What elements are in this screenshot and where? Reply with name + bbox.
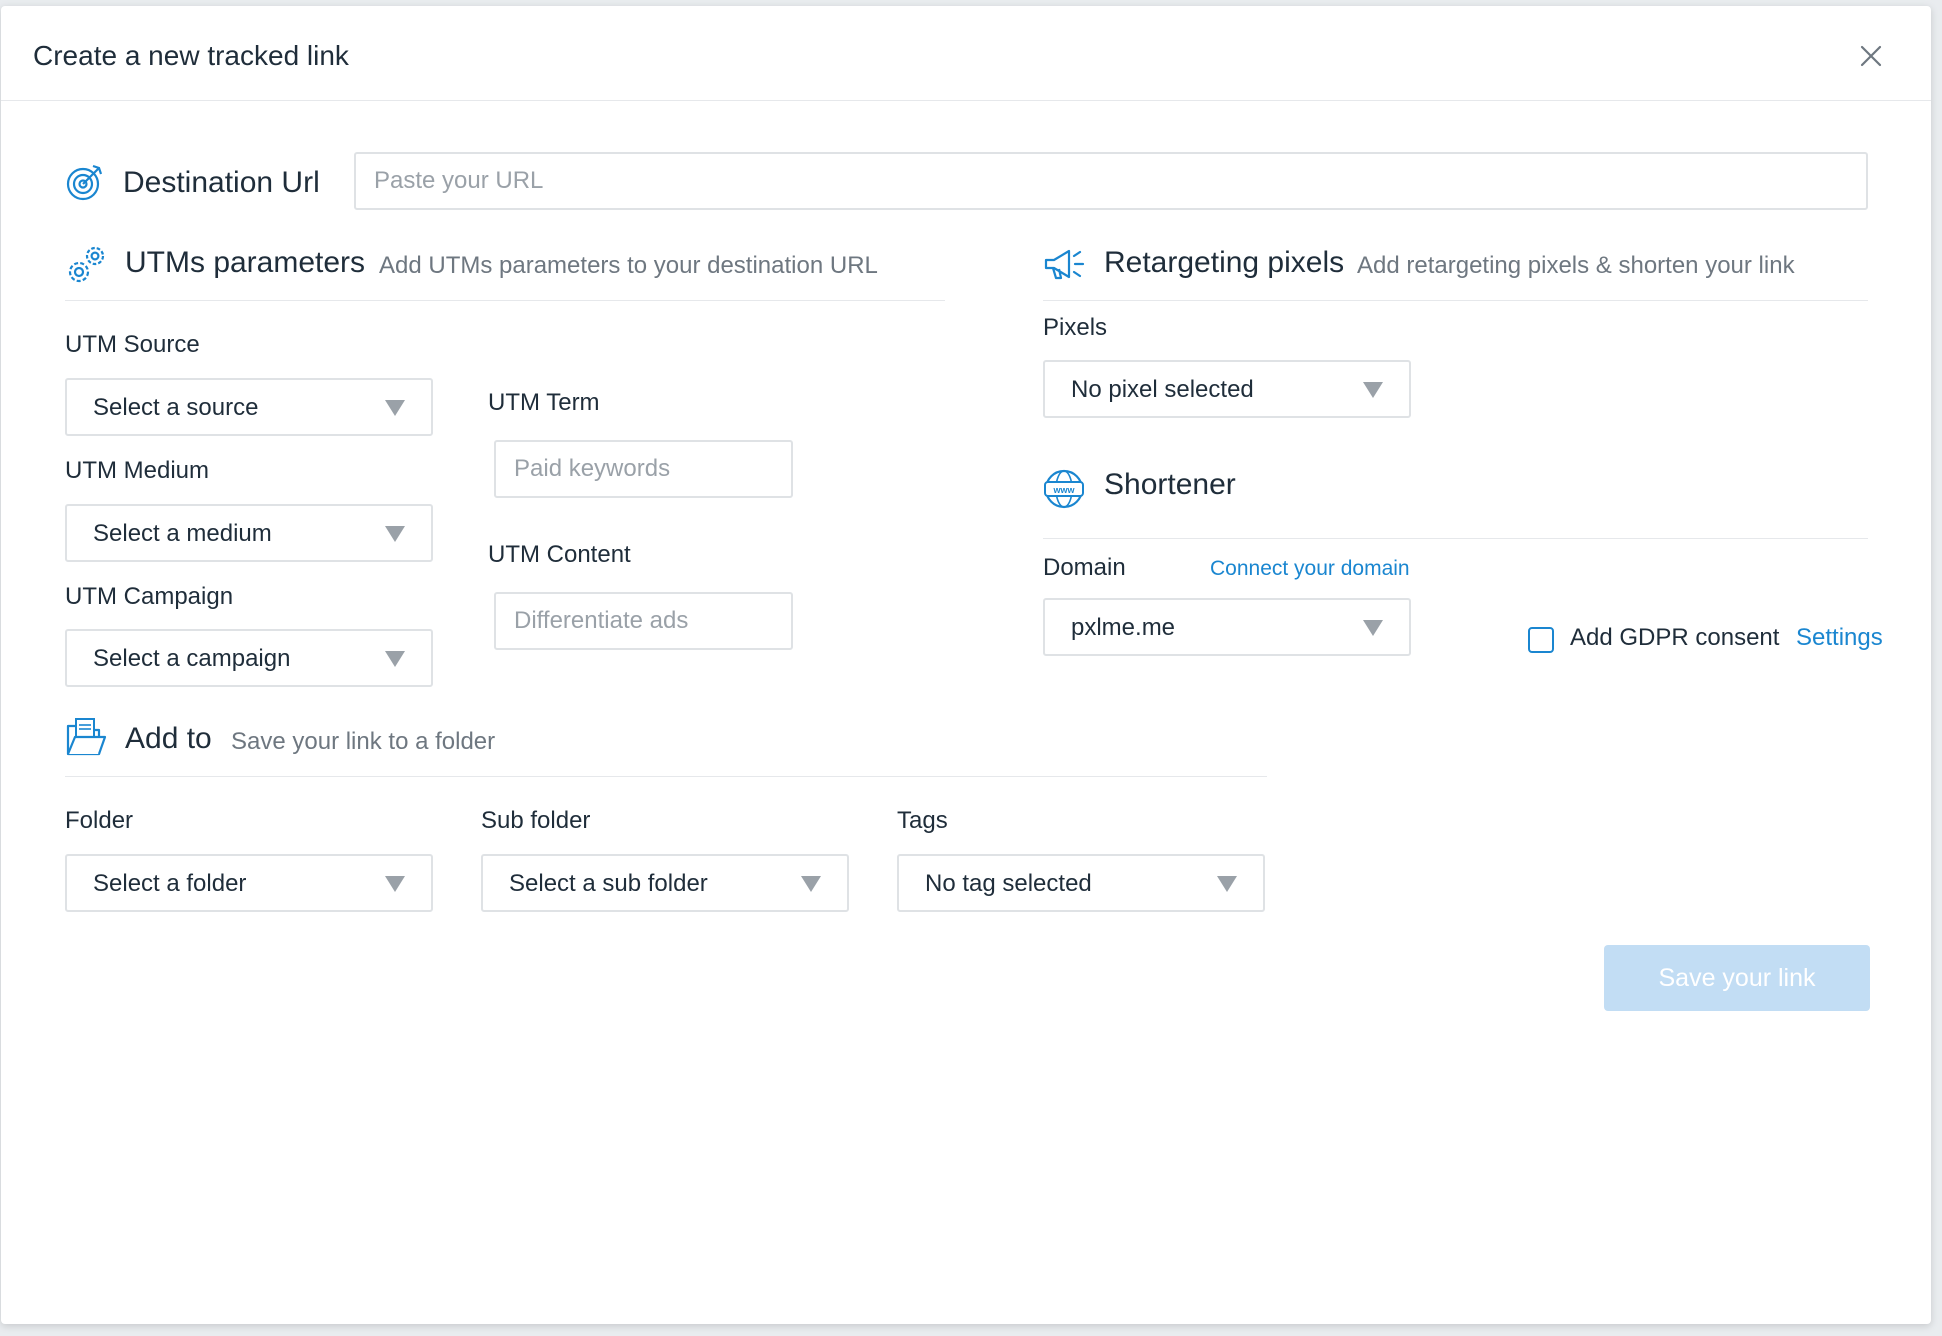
target-icon [65, 162, 105, 202]
create-link-dialog: Create a new tracked link Destination Ur… [1, 6, 1931, 1324]
folder-value: Select a folder [93, 870, 247, 897]
chevron-down-icon [385, 400, 405, 416]
subfolder-value: Select a sub folder [509, 870, 708, 897]
utm-campaign-value: Select a campaign [93, 645, 291, 672]
utm-campaign-label: UTM Campaign [65, 583, 234, 610]
shortener-divider [1043, 538, 1868, 539]
chevron-down-icon [385, 876, 405, 892]
www-globe-icon: www [1043, 468, 1085, 510]
chevron-down-icon [1217, 876, 1237, 892]
subfolder-label: Sub folder [481, 807, 591, 834]
destination-label: Destination Url [123, 166, 320, 199]
folder-label: Folder [65, 807, 134, 834]
utm-campaign-select[interactable]: Select a campaign [65, 629, 433, 687]
folder-icon [65, 716, 107, 758]
gdpr-consent-checkbox[interactable] [1528, 627, 1554, 653]
chevron-down-icon [1363, 620, 1383, 636]
svg-text:www: www [1052, 485, 1075, 495]
retargeting-section-title: Retargeting pixels [1104, 246, 1345, 279]
utm-medium-value: Select a medium [93, 520, 272, 547]
domain-select[interactable]: pxlme.me [1043, 598, 1411, 656]
utm-section-title: UTMs parameters [125, 246, 366, 279]
add-to-section-subtitle: Save your link to a folder [231, 728, 496, 755]
utm-term-label: UTM Term [488, 389, 600, 416]
connect-domain-link[interactable]: Connect your domain [1210, 557, 1410, 581]
retargeting-divider [1043, 300, 1868, 301]
gdpr-consent-label: Add GDPR consent [1570, 624, 1780, 651]
utm-content-label: UTM Content [488, 541, 631, 568]
gdpr-settings-link[interactable]: Settings [1796, 624, 1883, 652]
tags-select[interactable]: No tag selected [897, 854, 1265, 912]
utm-section-subtitle: Add UTMs parameters to your destination … [379, 252, 878, 279]
chevron-down-icon [801, 876, 821, 892]
dialog-title: Create a new tracked link [33, 40, 349, 71]
subfolder-select[interactable]: Select a sub folder [481, 854, 849, 912]
destination-url-input[interactable] [354, 152, 1868, 210]
save-link-button[interactable]: Save your link [1604, 945, 1870, 1011]
domain-label: Domain [1043, 554, 1126, 581]
utm-source-value: Select a source [93, 394, 259, 421]
folder-select[interactable]: Select a folder [65, 854, 433, 912]
utm-term-input[interactable] [494, 440, 793, 498]
utm-divider [65, 300, 945, 301]
close-icon[interactable] [1857, 42, 1885, 70]
add-to-section-title: Add to [125, 722, 212, 755]
pixels-select[interactable]: No pixel selected [1043, 360, 1411, 418]
shortener-section-title: Shortener [1104, 468, 1236, 501]
utm-source-label: UTM Source [65, 331, 200, 358]
dialog-header: Create a new tracked link [1, 6, 1931, 101]
chevron-down-icon [1363, 382, 1383, 398]
chevron-down-icon [385, 526, 405, 542]
utm-content-input[interactable] [494, 592, 793, 650]
chevron-down-icon [385, 651, 405, 667]
gears-icon [65, 244, 107, 286]
pixels-value: No pixel selected [1071, 376, 1254, 403]
utm-medium-select[interactable]: Select a medium [65, 504, 433, 562]
megaphone-icon [1043, 246, 1087, 284]
tags-label: Tags [897, 807, 948, 834]
utm-medium-label: UTM Medium [65, 457, 210, 484]
add-to-divider [65, 776, 1267, 777]
tags-value: No tag selected [925, 870, 1092, 897]
pixels-label: Pixels [1043, 314, 1108, 341]
utm-source-select[interactable]: Select a source [65, 378, 433, 436]
domain-value: pxlme.me [1071, 614, 1176, 641]
retargeting-section-subtitle: Add retargeting pixels & shorten your li… [1357, 252, 1795, 279]
